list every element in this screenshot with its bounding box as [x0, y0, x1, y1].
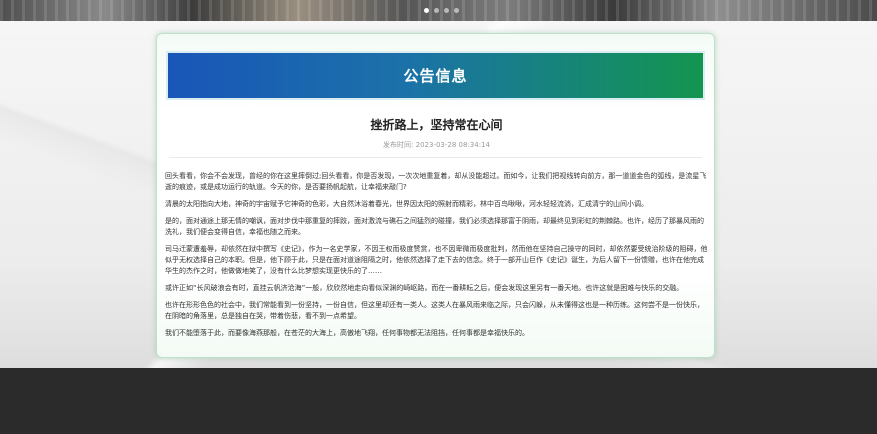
carousel-dot[interactable]	[454, 8, 459, 13]
top-banner-carousel	[0, 0, 877, 21]
carousel-dot[interactable]	[424, 8, 429, 13]
publish-date: 2023-03-28 08:34:14	[415, 141, 490, 149]
paragraph: 是的，面对通途上那无情的嘲讽，面对步伐中那重复的摔跤，面对激流与礁石之间猛烈的碰…	[165, 217, 704, 236]
paragraph: 回头看看，你会不会发现，曾经的你在这里摔倒过;回头看看，你是否发现，一次次地重复…	[165, 172, 707, 191]
carousel-dot[interactable]	[444, 8, 449, 13]
paragraph: 我们不能堕落于此，而要像海燕那般，在苍茫的大海上，高傲地飞翔，任何事物都无法阻挡…	[165, 329, 529, 337]
divider	[169, 157, 702, 158]
paragraph: 司马迁蒙遭羞辱，却依然在狱中撰写《史记》，作为一名史学家，不因王权而极度赞赏，也…	[165, 245, 708, 275]
notice-header: 公告信息	[166, 51, 705, 100]
notice-card: 公告信息 挫折路上，坚持常在心间 发布时间: 2023-03-28 08:34:…	[156, 33, 715, 358]
carousel-dots	[424, 8, 459, 13]
paragraph: 或许正如“长风破浪会有时，直挂云帆济沧海”一般，欣欣然地走向看似深渊的崎岖路，而…	[165, 284, 684, 292]
publish-time-label: 发布时间:	[383, 141, 414, 149]
article-title: 挫折路上，坚持常在心间	[370, 118, 503, 132]
page-footer	[0, 368, 877, 434]
carousel-dot[interactable]	[434, 8, 439, 13]
paragraph: 清晨的太阳指向大地，神奇的宇宙赋予它神奇的色彩，大自然沐浴着春光，世界因太阳的照…	[165, 200, 648, 208]
article-meta: 发布时间: 2023-03-28 08:34:14	[157, 140, 716, 150]
paragraph: 也许在形形色色的社会中，我们常能看到一份坚持，一份自信，但这里却还有一类人。这类…	[165, 301, 704, 320]
article-body: 回头看看，你会不会发现，曾经的你在这里摔倒过;回头看看，你是否发现，一次次地重复…	[165, 171, 708, 345]
